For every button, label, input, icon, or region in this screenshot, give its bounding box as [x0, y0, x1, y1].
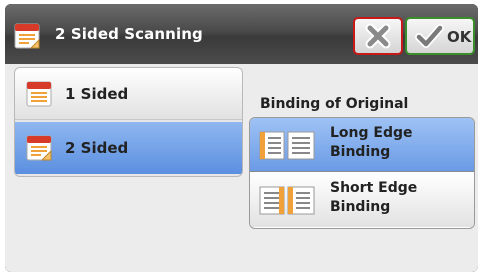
page-title: 2 Sided Scanning: [55, 25, 203, 43]
long-edge-binding-icon: [259, 131, 315, 160]
checkmark-icon: [415, 24, 444, 48]
content-area: 1 Sided 2 Sided Binding of Original Long…: [5, 64, 478, 272]
x-icon: [365, 23, 391, 49]
single-page-icon: [26, 81, 52, 107]
cancel-button[interactable]: [353, 17, 403, 55]
two-sided-doc-icon: [14, 23, 40, 49]
long-edge-binding-label: Long Edge Binding: [330, 125, 413, 160]
two-sided-page-icon: [26, 135, 52, 161]
sides-panel: 1 Sided 2 Sided: [14, 67, 243, 177]
short-edge-binding-icon: [259, 186, 315, 215]
long-edge-binding-button[interactable]: Long Edge Binding: [250, 118, 474, 172]
short-edge-binding-label: Short Edge Binding: [330, 180, 418, 215]
ok-label: OK: [447, 28, 472, 46]
screen: 2 Sided Scanning OK 1 Sided 2 Sided Bind…: [5, 4, 478, 272]
short-edge-binding-button[interactable]: Short Edge Binding: [250, 173, 474, 227]
ok-button[interactable]: OK: [405, 17, 475, 55]
one-sided-button[interactable]: 1 Sided: [15, 68, 242, 120]
binding-panel: Long Edge Binding Short Edge Binding: [249, 117, 475, 229]
one-sided-label: 1 Sided: [65, 85, 129, 103]
title-bar: 2 Sided Scanning OK: [5, 4, 478, 64]
binding-heading: Binding of Original: [260, 96, 409, 112]
two-sided-button[interactable]: 2 Sided: [15, 122, 242, 174]
two-sided-label: 2 Sided: [65, 139, 129, 157]
